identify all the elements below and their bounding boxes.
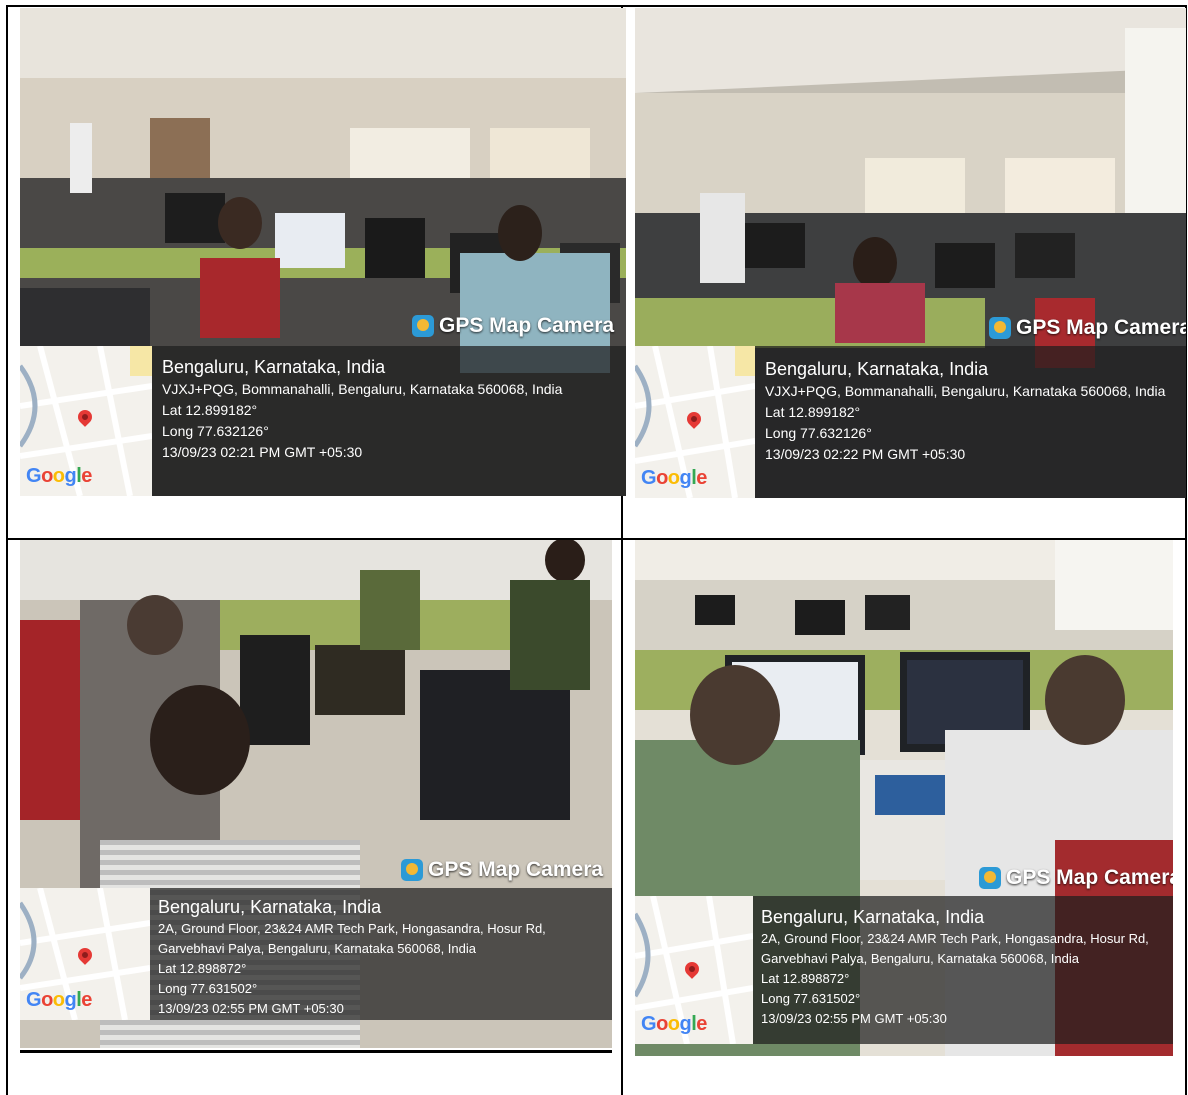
location-datetime: 13/09/23 02:21 PM GMT +05:30 [162, 444, 363, 460]
gps-map-camera-icon [979, 867, 1001, 889]
location-overlay: Google Bengaluru, Karnataka, India VJXJ+… [635, 346, 1186, 498]
gps-map-camera-icon [412, 315, 434, 337]
location-longitude: Long 77.631502° [158, 981, 258, 996]
google-logo: Google [26, 465, 92, 487]
location-longitude: Long 77.632126° [765, 425, 872, 441]
location-overlay: Google Bengaluru, Karnataka, India VJXJ+… [20, 346, 626, 496]
table-border-top [6, 5, 1187, 7]
location-city: Bengaluru, Karnataka, India [158, 897, 382, 917]
location-city: Bengaluru, Karnataka, India [765, 359, 989, 379]
photo-1: GPS Map Camera Google Bengaluru, Karnata… [20, 8, 626, 496]
location-longitude: Long 77.631502° [761, 991, 861, 1006]
location-latitude: Lat 12.899182° [162, 402, 258, 418]
location-address-line: VJXJ+PQG, Bommanahalli, Bengaluru, Karna… [765, 383, 1166, 399]
brand-label: GPS Map Camera [1016, 316, 1186, 339]
google-logo: Google [641, 1013, 707, 1035]
google-logo: Google [641, 467, 707, 489]
location-city: Bengaluru, Karnataka, India [162, 357, 386, 377]
map-thumbnail: Google [20, 346, 152, 496]
photo-3: GPS Map Camera Google Bengaluru, Karnata… [20, 540, 612, 1048]
location-details: Bengaluru, Karnataka, India 2A, Ground F… [158, 898, 546, 1022]
location-latitude: Lat 12.898872° [761, 971, 850, 986]
location-address-line: 2A, Ground Floor, 23&24 AMR Tech Park, H… [158, 921, 546, 936]
photo-underline [20, 1050, 612, 1053]
location-latitude: Lat 12.898872° [158, 961, 247, 976]
gps-map-camera-icon [401, 859, 423, 881]
location-overlay: Google Bengaluru, Karnataka, India 2A, G… [635, 896, 1173, 1044]
brand-label: GPS Map Camera [439, 314, 615, 337]
location-datetime: 13/09/23 02:22 PM GMT +05:30 [765, 446, 966, 462]
map-thumbnail: Google [20, 888, 150, 1020]
location-address-line: 2A, Ground Floor, 23&24 AMR Tech Park, H… [761, 931, 1149, 946]
location-address-line: VJXJ+PQG, Bommanahalli, Bengaluru, Karna… [162, 381, 563, 397]
gps-map-camera-icon [989, 317, 1011, 339]
location-datetime: 13/09/23 02:55 PM GMT +05:30 [761, 1011, 947, 1026]
map-thumbnail: Google [635, 896, 753, 1044]
location-address-line: Garvebhavi Palya, Bengaluru, Karnataka 5… [761, 951, 1079, 966]
location-datetime: 13/09/23 02:55 PM GMT +05:30 [158, 1001, 344, 1016]
gps-camera-brand: GPS Map Camera [989, 316, 1186, 340]
photo-2: GPS Map Camera Google Bengaluru, Karnata… [635, 8, 1186, 498]
photo-4: GPS Map Camera Google Bengaluru, Karnata… [635, 540, 1173, 1056]
table-border-left [6, 5, 8, 1095]
brand-label: GPS Map Camera [1006, 866, 1173, 889]
location-details: Bengaluru, Karnataka, India 2A, Ground F… [761, 908, 1149, 1032]
location-overlay: Google Bengaluru, Karnataka, India 2A, G… [20, 888, 612, 1020]
map-thumbnail: Google [635, 346, 755, 498]
gps-camera-brand: GPS Map Camera [979, 866, 1173, 890]
google-logo: Google [26, 989, 92, 1011]
location-details: Bengaluru, Karnataka, India VJXJ+PQG, Bo… [162, 358, 562, 466]
location-longitude: Long 77.632126° [162, 423, 269, 439]
gps-camera-brand: GPS Map Camera [412, 314, 614, 338]
gps-camera-brand: GPS Map Camera [401, 858, 603, 882]
location-latitude: Lat 12.899182° [765, 404, 861, 420]
brand-label: GPS Map Camera [428, 858, 604, 881]
location-city: Bengaluru, Karnataka, India [761, 907, 985, 927]
location-address-line: Garvebhavi Palya, Bengaluru, Karnataka 5… [158, 941, 476, 956]
location-details: Bengaluru, Karnataka, India VJXJ+PQG, Bo… [765, 360, 1165, 468]
